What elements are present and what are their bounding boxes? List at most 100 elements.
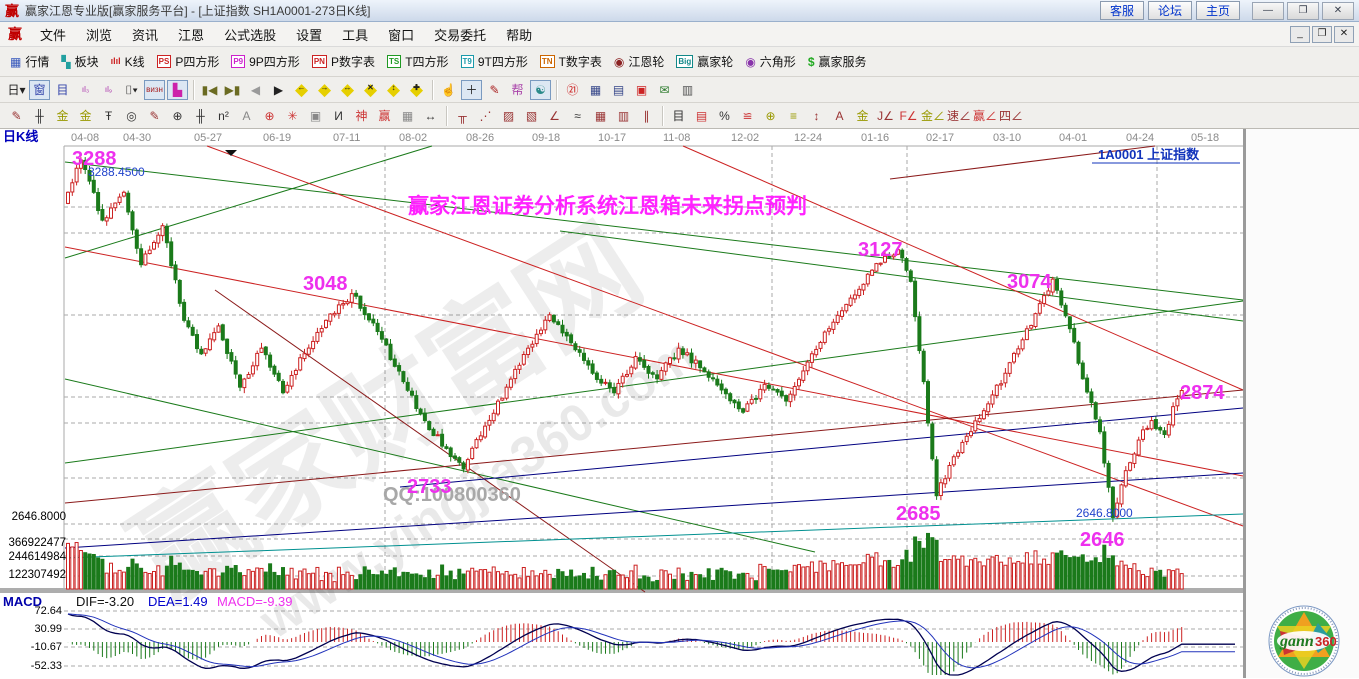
p-number-table-button[interactable]: PNP数字表	[307, 51, 382, 72]
9t-square-button[interactable]: T99T四方形	[456, 51, 535, 72]
menu-item-窗口[interactable]: 窗口	[378, 25, 424, 44]
draw-frame[interactable]: ╥	[452, 106, 473, 126]
draw-comb-2[interactable]: ╫	[190, 106, 211, 126]
menu-item-工具[interactable]: 工具	[332, 25, 378, 44]
calculator[interactable]: ▦	[585, 80, 606, 100]
draw-si-angle[interactable]: 四∠	[999, 106, 1023, 126]
diamond-cross[interactable]: ◆✚	[406, 80, 427, 100]
draw-j-angle[interactable]: J∠	[875, 106, 896, 126]
restore-button[interactable]: ❐	[1287, 2, 1319, 20]
menu-item-设置[interactable]: 设置	[286, 25, 332, 44]
kline-chart-canvas[interactable]: 赢家财富网www.yingjia360.com日K线04-0804-3005-2…	[0, 129, 1359, 678]
draw-f[interactable]: Ŧ	[98, 106, 119, 126]
notes[interactable]: ▤	[608, 80, 629, 100]
print[interactable]: ▥	[677, 80, 698, 100]
draw-n2[interactable]: n²	[213, 106, 234, 126]
pen-tool[interactable]: ✎	[484, 80, 505, 100]
titlebar-link-客服[interactable]: 客服	[1100, 1, 1144, 20]
draw-gold-line[interactable]: ≡	[783, 106, 804, 126]
brain-tool[interactable]: ☯	[530, 80, 551, 100]
draw-bars[interactable]: 目	[668, 106, 689, 126]
kline-style[interactable]: 日▾	[6, 80, 27, 100]
draw-pct-box[interactable]: ▤	[691, 106, 712, 126]
diamond-x[interactable]: ◆✕	[360, 80, 381, 100]
draw-gold-angle[interactable]: 金∠	[921, 106, 945, 126]
menu-item-公式选股[interactable]: 公式选股	[214, 25, 286, 44]
winner-service-button[interactable]: $赢家服务	[803, 51, 874, 72]
draw-shen[interactable]: 神	[351, 106, 372, 126]
menu-item-浏览[interactable]: 浏览	[76, 25, 122, 44]
kline-button[interactable]: ılılK线	[106, 51, 152, 72]
pattern-window[interactable]: 窗	[29, 80, 50, 100]
draw-comb[interactable]: ╫	[29, 106, 50, 126]
draw-shadebox[interactable]: ▨	[498, 106, 519, 126]
draw-fanbox[interactable]: ▧	[521, 106, 542, 126]
diamond-h[interactable]: ◆↔	[337, 80, 358, 100]
draw-grid[interactable]: ▦	[397, 106, 418, 126]
diamond-v[interactable]: ◆↕	[383, 80, 404, 100]
crosshair-tool[interactable]: ＋	[461, 80, 482, 100]
draw-span[interactable]: ↔	[420, 106, 441, 126]
menu-item-文件[interactable]: 文件	[30, 25, 76, 44]
9p-square-button[interactable]: P99P四方形	[226, 51, 306, 72]
purple-tool[interactable]: 帮	[507, 80, 528, 100]
diamond-right[interactable]: ◆→	[314, 80, 335, 100]
sectors-button[interactable]: ▚板块	[56, 51, 105, 72]
menu-item-江恩[interactable]: 江恩	[168, 25, 214, 44]
diamond-left[interactable]: ◆←	[291, 80, 312, 100]
skip-end[interactable]: ▶▮	[222, 80, 243, 100]
winner-wheel-button[interactable]: Big赢家轮	[671, 51, 740, 72]
candle-style[interactable]: ⌷▾	[121, 80, 142, 100]
chart-9[interactable]: ıl₉	[98, 80, 119, 100]
pattern-tool[interactable]: визн	[144, 80, 165, 100]
chart-3[interactable]: ıl₃	[75, 80, 96, 100]
draw-grid-2[interactable]: ▦	[590, 106, 611, 126]
draw-gold-3[interactable]: 金	[852, 106, 873, 126]
mail-export[interactable]: ✉	[654, 80, 675, 100]
gann-wheel-button[interactable]: ◉江恩轮	[609, 51, 672, 72]
calendar[interactable]: ㉑	[562, 80, 583, 100]
hand-tool[interactable]: ☝	[438, 80, 459, 100]
color-chart[interactable]: ▙	[167, 80, 188, 100]
info-doc[interactable]: 目	[52, 80, 73, 100]
mdi-close-button[interactable]: ✕	[1334, 26, 1354, 43]
p-square-button[interactable]: PSP四方形	[152, 51, 227, 72]
draw-grid-3[interactable]: ▥	[613, 106, 634, 126]
draw-gold-wheel[interactable]: ⊕	[760, 106, 781, 126]
skip-start[interactable]: ▮◀	[199, 80, 220, 100]
draw-zigzag[interactable]: ≈	[567, 106, 588, 126]
draw-ying-angle[interactable]: 赢∠	[973, 106, 997, 126]
draw-pct[interactable]: %	[714, 106, 735, 126]
t-number-table-button[interactable]: TNT数字表	[535, 51, 609, 72]
draw-target[interactable]: ⊕	[259, 106, 280, 126]
save[interactable]: ▣	[631, 80, 652, 100]
draw-gold-2[interactable]: 金	[75, 106, 96, 126]
draw-fan[interactable]: ⋰	[475, 106, 496, 126]
draw-angle-a[interactable]: Α	[236, 106, 257, 126]
draw-flag[interactable]: ↕	[806, 106, 827, 126]
draw-a-fan[interactable]: A	[829, 106, 850, 126]
draw-gold-1[interactable]: 金	[52, 106, 73, 126]
draw-spiral[interactable]: ◎	[121, 106, 142, 126]
draw-pct-line[interactable]: ≌	[737, 106, 758, 126]
draw-star[interactable]: ✳	[282, 106, 303, 126]
draw-wheel[interactable]: ⊕	[167, 106, 188, 126]
draw-angle[interactable]: ∠	[544, 106, 565, 126]
draw-knife[interactable]: ✎	[6, 106, 27, 126]
quotes-button[interactable]: ▦行情	[5, 51, 56, 72]
minimize-button[interactable]: —	[1252, 2, 1284, 20]
t-square-button[interactable]: TST四方形	[382, 51, 456, 72]
mdi-minimize-button[interactable]: _	[1290, 26, 1310, 43]
prev-arrow[interactable]: ◀	[245, 80, 266, 100]
draw-i[interactable]: И	[328, 106, 349, 126]
draw-f-angle[interactable]: F∠	[898, 106, 919, 126]
draw-ying[interactable]: 赢	[374, 106, 395, 126]
titlebar-link-主页[interactable]: 主页	[1196, 1, 1240, 20]
close-button[interactable]: ✕	[1322, 2, 1354, 20]
next-arrow[interactable]: ▶	[268, 80, 289, 100]
menu-item-交易委托[interactable]: 交易委托	[424, 25, 496, 44]
draw-speed-angle[interactable]: 速∠	[947, 106, 971, 126]
hexagon-button[interactable]: ◉六角形	[740, 51, 803, 72]
menu-item-资讯[interactable]: 资讯	[122, 25, 168, 44]
mdi-restore-button[interactable]: ❐	[1312, 26, 1332, 43]
